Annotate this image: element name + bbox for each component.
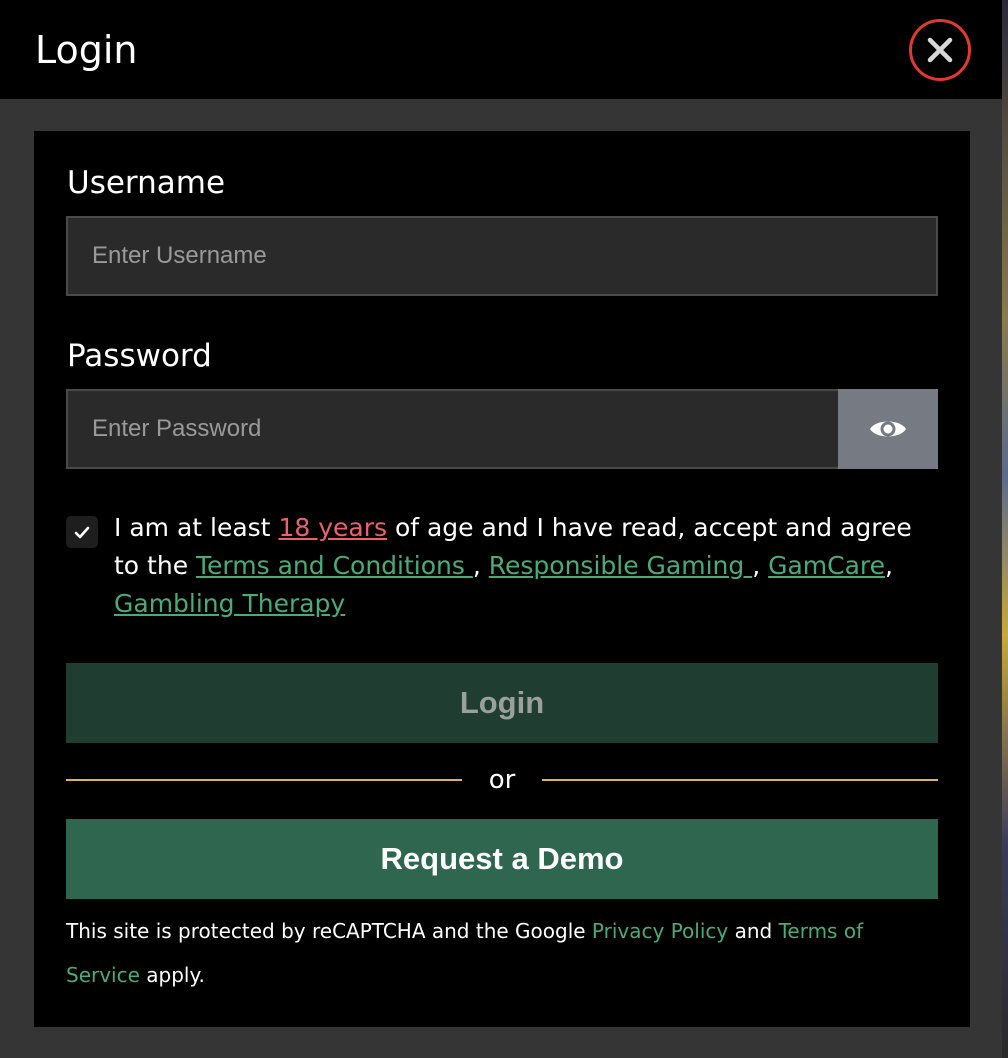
terms-and-conditions-link[interactable]: Terms and Conditions	[196, 551, 473, 580]
divider-line-right	[542, 779, 938, 781]
password-input[interactable]	[66, 389, 840, 469]
close-icon	[927, 37, 953, 63]
divider-or-text: or	[488, 765, 516, 795]
terms-text-part: I am at least	[114, 513, 279, 542]
age-requirement-link[interactable]: 18 years	[278, 513, 387, 542]
username-input[interactable]	[66, 216, 938, 296]
terms-separator: ,	[885, 551, 893, 580]
responsible-gaming-link[interactable]: Responsible Gaming	[489, 551, 752, 580]
gamcare-link[interactable]: GamCare	[768, 551, 885, 580]
eye-icon	[870, 421, 906, 437]
gambling-therapy-link[interactable]: Gambling Therapy	[114, 589, 345, 618]
terms-separator: ,	[752, 551, 769, 580]
recaptcha-notice: This site is protected by reCAPTCHA and …	[66, 909, 936, 997]
login-modal: Login Username Password I am at least 18…	[0, 0, 1002, 1058]
recaptcha-text-part: and	[728, 919, 779, 943]
modal-title: Login	[35, 28, 138, 72]
username-label: Username	[67, 165, 226, 201]
login-form-panel: Username Password I am at least 18 years…	[34, 131, 970, 1027]
modal-header: Login	[0, 0, 1002, 99]
recaptcha-text-part: apply.	[139, 963, 205, 987]
recaptcha-text-part: This site is protected by reCAPTCHA and …	[66, 919, 592, 943]
divider-line-left	[66, 779, 462, 781]
checkmark-icon	[74, 526, 90, 538]
request-demo-button[interactable]: Request a Demo	[66, 819, 938, 899]
toggle-password-visibility-button[interactable]	[838, 389, 938, 469]
login-button[interactable]: Login	[66, 663, 938, 743]
background-strip	[1002, 0, 1008, 1058]
close-button[interactable]	[909, 19, 971, 81]
privacy-policy-link[interactable]: Privacy Policy	[592, 919, 728, 943]
age-terms-checkbox[interactable]	[66, 516, 98, 548]
password-label: Password	[67, 338, 212, 374]
terms-agreement-text: I am at least 18 years of age and I have…	[114, 509, 934, 623]
terms-separator: ,	[472, 551, 489, 580]
